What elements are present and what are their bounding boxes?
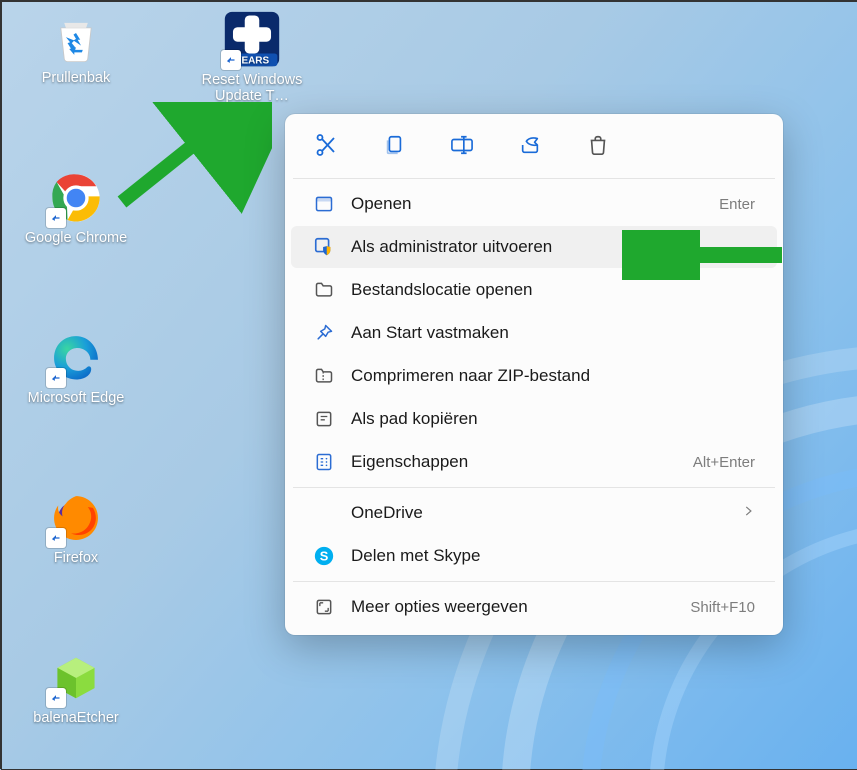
rename-button[interactable] [445, 128, 479, 162]
menu-separator [293, 581, 775, 582]
menu-item-pin-to-start[interactable]: Aan Start vastmaken [291, 312, 777, 354]
more-options-icon [313, 596, 335, 618]
blank-icon [313, 502, 335, 524]
skype-icon: S [313, 545, 335, 567]
desktop-icon-label: Google Chrome [6, 230, 146, 246]
zip-icon [313, 365, 335, 387]
desktop-icon-label: Firefox [6, 550, 146, 566]
menu-item-shortcut: Alt+Enter [693, 454, 755, 471]
copy-path-icon [313, 408, 335, 430]
scissors-icon [314, 133, 338, 157]
menu-item-label: Comprimeren naar ZIP-bestand [351, 366, 755, 386]
share-button[interactable] [513, 128, 547, 162]
chevron-right-icon [741, 503, 755, 523]
cut-button[interactable] [309, 128, 343, 162]
menu-item-label: Openen [351, 194, 703, 214]
desktop-icon-label: Prullenbak [6, 70, 146, 86]
app-window-icon [313, 193, 335, 215]
share-icon [518, 134, 542, 156]
menu-separator [293, 178, 775, 179]
reset-tool-icon: YEARS [223, 10, 281, 68]
menu-item-label: Meer opties weergeven [351, 597, 674, 617]
balena-icon [48, 650, 104, 706]
menu-item-label: Delen met Skype [351, 546, 755, 566]
chrome-icon [48, 170, 104, 226]
shortcut-badge-icon [46, 368, 66, 388]
delete-button[interactable] [581, 128, 615, 162]
rename-icon [450, 134, 474, 156]
copy-button[interactable] [377, 128, 411, 162]
trash-icon [587, 133, 609, 157]
shortcut-badge-icon [221, 50, 241, 70]
menu-item-show-more-options[interactable]: Meer opties weergeven Shift+F10 [291, 586, 777, 628]
desktop-icon-recycle-bin[interactable]: Prullenbak [6, 10, 146, 86]
desktop-icon-balena-etcher[interactable]: balenaEtcher [6, 650, 146, 726]
desktop-icon-google-chrome[interactable]: Google Chrome [6, 170, 146, 246]
menu-item-label: Eigenschappen [351, 452, 677, 472]
menu-item-label: OneDrive [351, 503, 725, 523]
menu-item-run-as-administrator[interactable]: Als administrator uitvoeren [291, 226, 777, 268]
firefox-icon [48, 490, 104, 546]
menu-item-properties[interactable]: Eigenschappen Alt+Enter [291, 441, 777, 483]
menu-item-label: Aan Start vastmaken [351, 323, 755, 343]
menu-item-shortcut: Enter [719, 196, 755, 213]
folder-icon [313, 279, 335, 301]
shortcut-badge-icon [46, 528, 66, 548]
menu-item-share-skype[interactable]: S Delen met Skype [291, 535, 777, 577]
desktop-icon-label: Microsoft Edge [6, 390, 146, 406]
menu-separator [293, 487, 775, 488]
menu-item-compress-zip[interactable]: Comprimeren naar ZIP-bestand [291, 355, 777, 397]
shortcut-badge-icon [46, 208, 66, 228]
shortcut-badge-icon [46, 688, 66, 708]
menu-item-label: Bestandslocatie openen [351, 280, 755, 300]
desktop-icon-reset-windows-update[interactable]: YEARS Reset Windows Update T… [182, 10, 322, 104]
menu-item-onedrive[interactable]: OneDrive [291, 492, 777, 534]
desktop-icon-firefox[interactable]: Firefox [6, 490, 146, 566]
desktop-icon-microsoft-edge[interactable]: Microsoft Edge [6, 330, 146, 406]
properties-icon [313, 451, 335, 473]
quick-actions-row [285, 122, 783, 174]
menu-item-shortcut: Shift+F10 [690, 599, 755, 616]
menu-item-open-file-location[interactable]: Bestandslocatie openen [291, 269, 777, 311]
shield-admin-icon [313, 236, 335, 258]
copy-icon [383, 134, 405, 156]
context-menu: Openen Enter Als administrator uitvoeren… [285, 114, 783, 635]
svg-text:S: S [320, 549, 329, 564]
desktop-icon-label: balenaEtcher [6, 710, 146, 726]
menu-item-label: Als administrator uitvoeren [351, 237, 755, 257]
recycle-bin-icon [48, 10, 104, 66]
pin-icon [313, 322, 335, 344]
menu-item-label: Als pad kopiëren [351, 409, 755, 429]
menu-item-open[interactable]: Openen Enter [291, 183, 777, 225]
menu-item-copy-as-path[interactable]: Als pad kopiëren [291, 398, 777, 440]
edge-icon [48, 330, 104, 386]
desktop-icon-label: Reset Windows Update T… [182, 72, 322, 104]
